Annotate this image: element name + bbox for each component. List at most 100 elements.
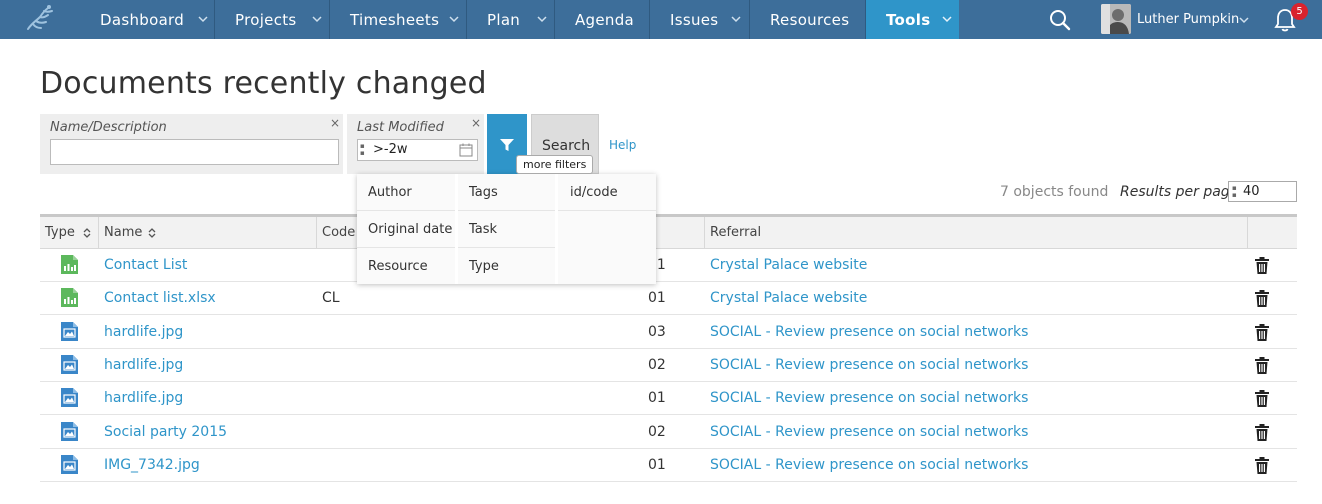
notification-badge: 5 bbox=[1291, 3, 1308, 20]
nav-timesheets-label: Timesheets bbox=[350, 11, 440, 29]
filter-option-task[interactable]: Task bbox=[469, 222, 497, 237]
referral-link[interactable]: SOCIAL - Review presence on social netwo… bbox=[710, 324, 1028, 340]
referral-link[interactable]: SOCIAL - Review presence on social netwo… bbox=[710, 424, 1028, 440]
document-name-link[interactable]: IMG_7342.jpg bbox=[104, 457, 200, 473]
document-name-link[interactable]: hardlife.jpg bbox=[104, 357, 183, 373]
help-link[interactable]: Help bbox=[609, 138, 636, 152]
column-header-name[interactable]: Name bbox=[99, 217, 316, 249]
table-row[interactable]: hardlife.jpg 01 SOCIAL - Review presence o… bbox=[40, 382, 1297, 416]
column-type-label: Type bbox=[45, 225, 75, 240]
app-logo-icon[interactable] bbox=[22, 3, 58, 35]
name-filter: Name/Description × bbox=[40, 114, 343, 174]
funnel-icon bbox=[500, 139, 514, 151]
document-version: 01 bbox=[648, 290, 666, 307]
filter-option-original-date[interactable]: Original date bbox=[368, 222, 452, 237]
image-icon bbox=[61, 421, 78, 441]
nav-issues-label: Issues bbox=[670, 11, 719, 29]
last-modified-label: Last Modified bbox=[357, 120, 444, 135]
nav-plan-label: Plan bbox=[487, 11, 521, 29]
avatar-photo-icon bbox=[1101, 4, 1131, 34]
clear-last-modified-icon[interactable]: × bbox=[471, 116, 481, 130]
referral-link[interactable]: Crystal Palace website bbox=[710, 257, 867, 273]
trash-icon[interactable] bbox=[1255, 423, 1269, 441]
nav-dashboard[interactable]: Dashboard bbox=[80, 0, 215, 39]
filter-option-type[interactable]: Type bbox=[469, 259, 499, 274]
chevron-down-icon[interactable] bbox=[1238, 14, 1250, 26]
column-header-actions bbox=[1248, 217, 1297, 249]
user-name[interactable]: Luther Pumpkin bbox=[1137, 12, 1239, 27]
table-row[interactable]: Contact list.xlsx CL 01 Crystal Palace webs… bbox=[40, 282, 1297, 316]
image-icon bbox=[61, 354, 78, 374]
clear-name-filter-icon[interactable]: × bbox=[330, 116, 340, 130]
sort-icon[interactable] bbox=[147, 227, 157, 239]
trash-icon[interactable] bbox=[1255, 323, 1269, 341]
user-avatar[interactable] bbox=[1101, 4, 1131, 34]
nav-timesheets[interactable]: Timesheets bbox=[330, 0, 467, 39]
column-header-referral[interactable]: Referral bbox=[705, 217, 1247, 249]
trash-icon[interactable] bbox=[1255, 257, 1269, 274]
column-header-type[interactable]: Type bbox=[40, 217, 98, 249]
document-name-link[interactable]: hardlife.jpg bbox=[104, 324, 183, 340]
filter-option-id-code[interactable]: id/code bbox=[570, 185, 618, 200]
table-row[interactable]: IMG_7342.jpg 01 SOCIAL - Review presence o… bbox=[40, 449, 1297, 482]
table-row[interactable]: hardlife.jpg 02 SOCIAL - Review presence o… bbox=[40, 349, 1297, 382]
search-icon[interactable] bbox=[1048, 8, 1072, 32]
trash-icon[interactable] bbox=[1255, 290, 1269, 308]
chevron-down-icon[interactable] bbox=[311, 13, 323, 25]
trash-icon[interactable] bbox=[1255, 356, 1269, 374]
dropdown-divider bbox=[458, 210, 555, 211]
filter-option-author[interactable]: Author bbox=[368, 185, 412, 200]
table-row[interactable]: Contact List 01 Crystal Palace website bbox=[40, 249, 1297, 282]
results-per-page-input[interactable]: ▪ ▪ 40 bbox=[1228, 181, 1297, 202]
referral-link[interactable]: SOCIAL - Review presence on social netwo… bbox=[710, 457, 1028, 473]
image-icon bbox=[61, 388, 78, 408]
document-version: 02 bbox=[648, 423, 666, 440]
chevron-down-icon[interactable] bbox=[536, 13, 548, 25]
trash-icon[interactable] bbox=[1255, 390, 1269, 408]
nav-agenda[interactable]: Agenda bbox=[555, 0, 650, 39]
chevron-down-icon[interactable] bbox=[941, 13, 953, 25]
dropdown-divider bbox=[357, 247, 455, 248]
more-filters-dropdown: Author Original date Resource Tags Task … bbox=[357, 174, 656, 284]
search-button-label: Search bbox=[542, 138, 591, 154]
last-modified-input[interactable]: ▪ ▪ >-2w bbox=[357, 139, 478, 161]
filter-option-resource[interactable]: Resource bbox=[368, 259, 428, 274]
document-version: 02 bbox=[648, 356, 666, 373]
chevron-down-icon[interactable] bbox=[197, 13, 209, 25]
nav-issues[interactable]: Issues bbox=[650, 0, 750, 39]
column-divider bbox=[1247, 217, 1248, 249]
name-filter-label: Name/Description bbox=[50, 120, 167, 135]
document-name-link[interactable]: Contact list.xlsx bbox=[104, 290, 216, 306]
column-name-label: Name bbox=[104, 225, 143, 240]
nav-tools[interactable]: Tools bbox=[866, 0, 959, 39]
column-referral-label: Referral bbox=[710, 225, 762, 240]
referral-link[interactable]: SOCIAL - Review presence on social netwo… bbox=[710, 357, 1028, 373]
nav-resources-label: Resources bbox=[770, 11, 850, 29]
nav-plan[interactable]: Plan bbox=[467, 0, 555, 39]
calendar-icon[interactable] bbox=[459, 143, 473, 157]
last-modified-value: >-2w bbox=[373, 142, 408, 157]
nav-agenda-label: Agenda bbox=[575, 11, 635, 29]
nav-resources[interactable]: Resources bbox=[750, 0, 866, 39]
chevron-down-icon[interactable] bbox=[448, 13, 460, 25]
column-divider bbox=[98, 217, 99, 249]
column-code-label: Code bbox=[322, 225, 356, 240]
trash-icon[interactable] bbox=[1255, 456, 1269, 474]
document-name-link[interactable]: Social party 2015 bbox=[104, 424, 227, 440]
filter-option-tags[interactable]: Tags bbox=[469, 185, 498, 200]
top-navigation-bar: Dashboard Projects Timesheets Plan Agend… bbox=[0, 0, 1322, 39]
nav-projects[interactable]: Projects bbox=[215, 0, 330, 39]
referral-link[interactable]: SOCIAL - Review presence on social netwo… bbox=[710, 390, 1028, 406]
referral-link[interactable]: Crystal Palace website bbox=[710, 290, 867, 306]
sort-icon[interactable] bbox=[82, 227, 92, 239]
document-name-link[interactable]: hardlife.jpg bbox=[104, 390, 183, 406]
document-version: 01 bbox=[648, 456, 666, 473]
table-row[interactable]: hardlife.jpg 03 SOCIAL - Review presence o… bbox=[40, 316, 1297, 349]
name-description-input[interactable] bbox=[50, 139, 339, 165]
document-name-link[interactable]: Contact List bbox=[104, 257, 187, 273]
document-code: CL bbox=[322, 290, 340, 307]
chevron-down-icon[interactable] bbox=[730, 13, 742, 25]
table-row[interactable]: Social party 2015 02 SOCIAL - Review prese… bbox=[40, 416, 1297, 449]
image-icon bbox=[61, 454, 78, 474]
page-title: Documents recently changed bbox=[40, 66, 487, 101]
